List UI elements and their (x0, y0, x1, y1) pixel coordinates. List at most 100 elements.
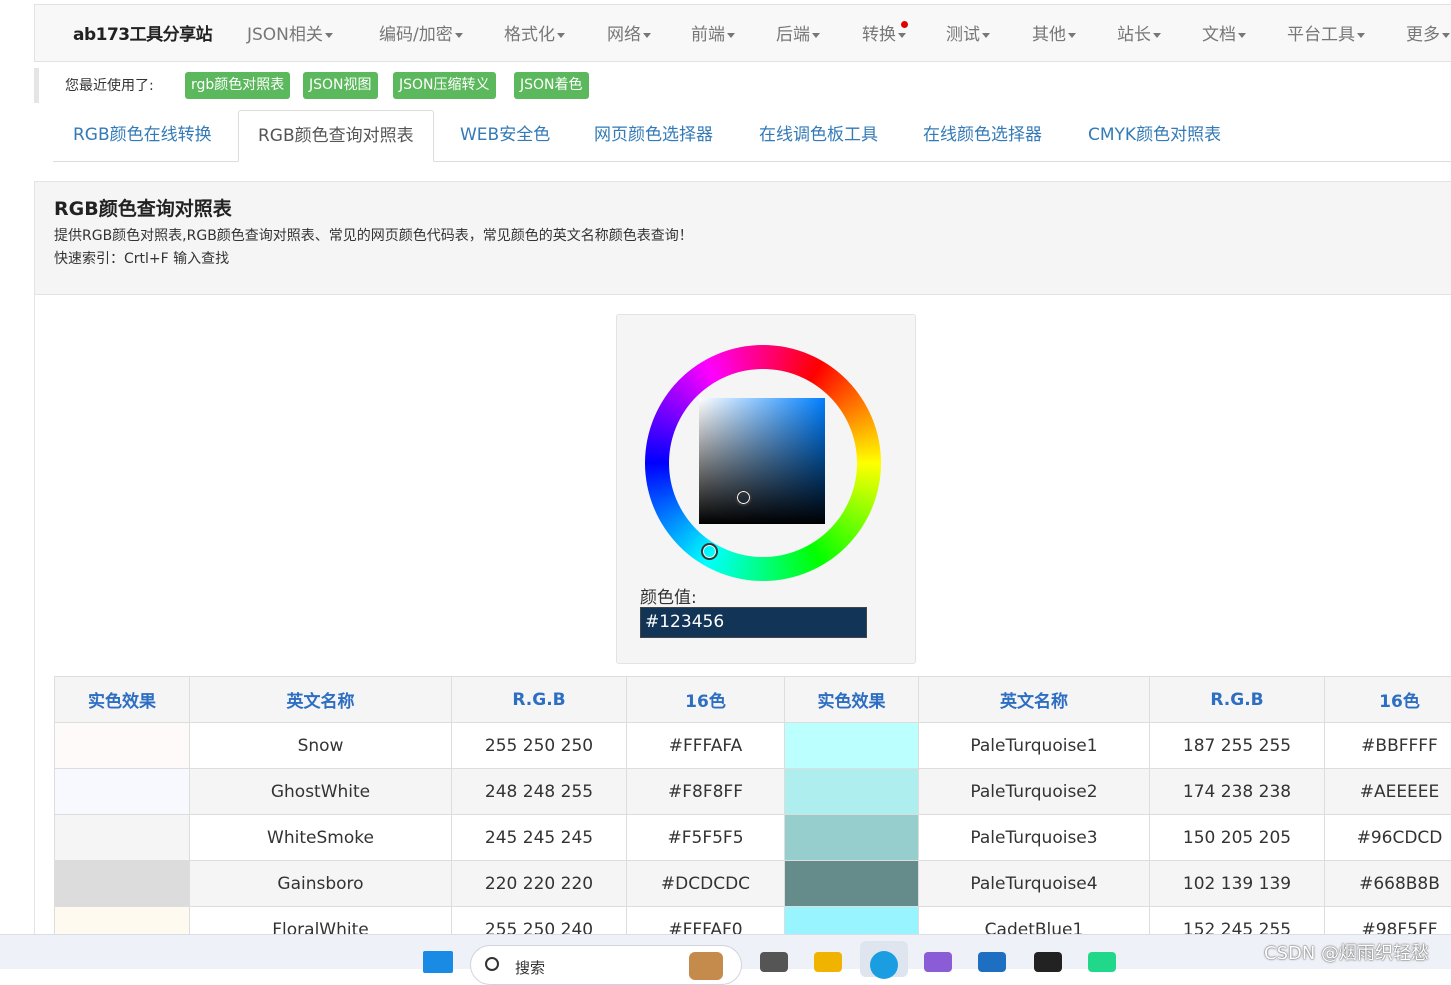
nav-format[interactable]: 格式化 (504, 20, 565, 45)
recent-tag[interactable]: JSON视图 (303, 72, 378, 99)
tab-web-safe[interactable]: WEB安全色 (460, 110, 550, 162)
tab-cmyk-table[interactable]: CMYK颜色对照表 (1088, 110, 1221, 162)
nav-other[interactable]: 其他 (1032, 20, 1076, 45)
saturation-value-square[interactable] (699, 398, 825, 524)
caret-down-icon (643, 33, 651, 38)
nav-label: 文档 (1202, 25, 1236, 45)
caret-down-icon (727, 33, 735, 38)
taskbar: 搜索 (0, 934, 1451, 969)
caret-down-icon (898, 33, 906, 38)
recently-used-label: 您最近使用了: (65, 75, 154, 95)
windows-start-icon[interactable] (423, 951, 453, 973)
column-header: R.G.B (1150, 677, 1325, 723)
color-swatch (785, 861, 919, 907)
caret-down-icon (1238, 33, 1246, 38)
color-rgb: 187 255 255 (1150, 723, 1325, 769)
table-row: GhostWhite248 248 255#F8F8FFPaleTurquois… (55, 769, 1451, 815)
page-description: 提供RGB颜色对照表,RGB颜色查询对照表、常见的网页颜色代码表，常见颜色的英文… (54, 225, 693, 245)
github-icon[interactable] (1034, 952, 1062, 972)
color-name: PaleTurquoise2 (919, 769, 1150, 815)
panel-heading: RGB颜色查询对照表 提供RGB颜色对照表,RGB颜色查询对照表、常见的网页颜色… (34, 181, 1451, 295)
tab-rgb-convert[interactable]: RGB颜色在线转换 (73, 110, 212, 162)
color-rgb: 150 205 205 (1150, 815, 1325, 861)
recent-tag[interactable]: JSON压缩转义 (393, 72, 496, 99)
color-name: PaleTurquoise1 (919, 723, 1150, 769)
nav-more[interactable]: 更多 (1406, 20, 1450, 45)
new-badge-dot (901, 21, 908, 28)
color-swatch (55, 861, 190, 907)
visual-studio-icon[interactable] (924, 952, 952, 972)
nav-platform-tools[interactable]: 平台工具 (1287, 20, 1365, 45)
nav-frontend[interactable]: 前端 (691, 20, 735, 45)
site-brand[interactable]: ab173工具分享站 (73, 20, 212, 45)
table-row: WhiteSmoke245 245 245#F5F5F5PaleTurquois… (55, 815, 1451, 861)
tool-tabs: RGB颜色在线转换 RGB颜色查询对照表 WEB安全色 网页颜色选择器 在线调色… (53, 110, 1451, 162)
color-hex: #DCDCDC (627, 861, 785, 907)
caret-down-icon (1068, 33, 1076, 38)
color-name: Snow (190, 723, 452, 769)
recent-tag[interactable]: rgb颜色对照表 (185, 72, 290, 99)
color-hex: #FFFAFA (627, 723, 785, 769)
task-view-icon[interactable] (760, 952, 788, 972)
caret-down-icon (455, 33, 463, 38)
nav-network[interactable]: 网络 (607, 20, 651, 45)
nav-encode[interactable]: 编码/加密 (379, 20, 463, 45)
nav-test[interactable]: 测试 (946, 20, 990, 45)
nav-backend[interactable]: 后端 (776, 20, 820, 45)
nav-docs[interactable]: 文档 (1202, 20, 1246, 45)
color-name: GhostWhite (190, 769, 452, 815)
nav-json[interactable]: JSON相关 (247, 20, 333, 45)
caret-down-icon (1442, 33, 1450, 38)
color-name: WhiteSmoke (190, 815, 452, 861)
recent-tag[interactable]: JSON着色 (514, 72, 589, 99)
pycharm-icon[interactable] (1088, 952, 1116, 972)
nav-label: 前端 (691, 25, 725, 45)
nav-label: 平台工具 (1287, 25, 1355, 45)
color-rgb: 255 250 250 (452, 723, 627, 769)
tab-palette[interactable]: 在线调色板工具 (759, 110, 878, 162)
sv-marker-handle[interactable] (735, 489, 752, 506)
nav-label: 网络 (607, 25, 641, 45)
hue-marker-handle[interactable] (701, 543, 718, 560)
color-swatch (55, 723, 190, 769)
nav-label: JSON相关 (247, 25, 323, 45)
color-swatch (785, 723, 919, 769)
color-hex: #AEEEEE (1325, 769, 1451, 815)
csdn-watermark: CSDN @烟雨织轻愁 (1264, 939, 1429, 965)
color-hex: #BBFFFF (1325, 723, 1451, 769)
nav-label: 更多 (1406, 25, 1440, 45)
color-rgb: 174 238 238 (1150, 769, 1325, 815)
color-swatch (55, 815, 190, 861)
color-rgb: 102 139 139 (1150, 861, 1325, 907)
color-name: PaleTurquoise3 (919, 815, 1150, 861)
color-picker: 颜色值: #123456 (616, 314, 916, 664)
caret-down-icon (1153, 33, 1161, 38)
caret-down-icon (325, 33, 333, 38)
file-explorer-icon[interactable] (814, 952, 842, 972)
taskbar-search-box[interactable]: 搜索 (470, 945, 742, 985)
color-swatch (785, 769, 919, 815)
table-row: Snow255 250 250#FFFAFA PaleTurquoise1187 … (55, 723, 1451, 769)
nav-label: 编码/加密 (379, 25, 453, 45)
color-swatch (785, 815, 919, 861)
nav-convert[interactable]: 转换 (862, 20, 906, 45)
column-header: 实色效果 (55, 677, 190, 723)
caret-down-icon (982, 33, 990, 38)
recently-used-bar: 您最近使用了: rgb颜色对照表 JSON视图 JSON压缩转义 JSON着色 (34, 68, 1451, 103)
nav-webmaster[interactable]: 站长 (1117, 20, 1161, 45)
tab-color-picker[interactable]: 在线颜色选择器 (923, 110, 1042, 162)
nav-label: 站长 (1117, 25, 1151, 45)
tab-rgb-table[interactable]: RGB颜色查询对照表 (238, 110, 434, 162)
search-placeholder: 搜索 (515, 957, 545, 978)
top-navbar: ab173工具分享站 JSON相关 编码/加密 格式化 网络 前端 后端 转换 … (34, 4, 1451, 62)
store-icon[interactable] (978, 952, 1006, 972)
color-name: Gainsboro (190, 861, 452, 907)
search-hint: 快速索引：Crtl+F 输入查找 (54, 248, 229, 268)
nav-label: 后端 (776, 25, 810, 45)
edge-icon[interactable] (870, 951, 898, 979)
nav-label: 转换 (862, 25, 896, 45)
color-rgb: 220 220 220 (452, 861, 627, 907)
color-value-input[interactable]: #123456 (640, 607, 867, 638)
caret-down-icon (1357, 33, 1365, 38)
tab-web-color-picker[interactable]: 网页颜色选择器 (594, 110, 713, 162)
